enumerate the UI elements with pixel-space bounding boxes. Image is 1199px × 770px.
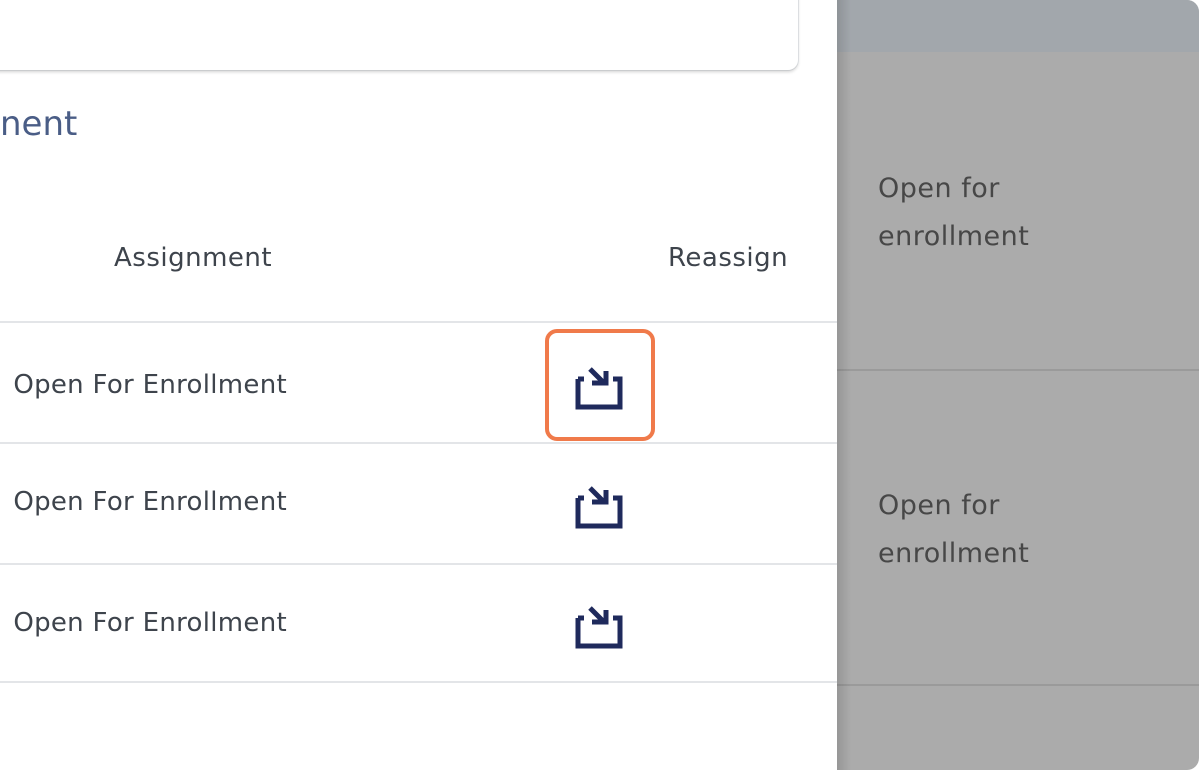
column-header-assignment[interactable]: Assignment: [114, 241, 272, 275]
section-title: nent: [0, 102, 100, 146]
row-divider: [0, 442, 837, 444]
main-panel: nent Assignment Reassign Open For Enroll…: [0, 0, 837, 770]
side-row-divider: [837, 684, 1199, 686]
side-panel-header: [837, 0, 1199, 52]
row-divider: [0, 563, 837, 565]
reassign-icon: [575, 486, 623, 529]
reassign-icon: [575, 606, 623, 649]
section-title-text: nent: [0, 104, 78, 144]
side-status-cell: Open for enrollment: [878, 165, 1178, 261]
side-row-divider: [837, 369, 1199, 371]
reassign-button[interactable]: [568, 476, 628, 532]
column-header-reassign[interactable]: Reassign: [668, 241, 788, 275]
side-status-line: enrollment: [878, 538, 1030, 569]
app-frame: nent Assignment Reassign Open For Enroll…: [0, 0, 1199, 770]
row-divider: [0, 681, 837, 683]
side-panel-overlay: Open for enrollment Open for enrollment: [837, 0, 1199, 770]
side-status-line: Open for: [878, 490, 1000, 521]
side-status-cell: Open for enrollment: [878, 482, 1178, 578]
table-header-divider: [0, 321, 837, 323]
side-status-line: enrollment: [878, 221, 1030, 252]
top-card: [0, 0, 798, 70]
side-panel-shadow: [837, 0, 851, 770]
assignment-status-cell: Open For Enrollment: [13, 608, 287, 638]
side-status-line: Open for: [878, 173, 1000, 204]
reassign-button[interactable]: [568, 357, 628, 413]
reassign-button[interactable]: [568, 596, 628, 652]
assignment-status-cell: Open For Enrollment: [13, 487, 287, 517]
reassign-icon: [575, 367, 623, 410]
assignment-status-cell: Open For Enrollment: [13, 370, 287, 400]
